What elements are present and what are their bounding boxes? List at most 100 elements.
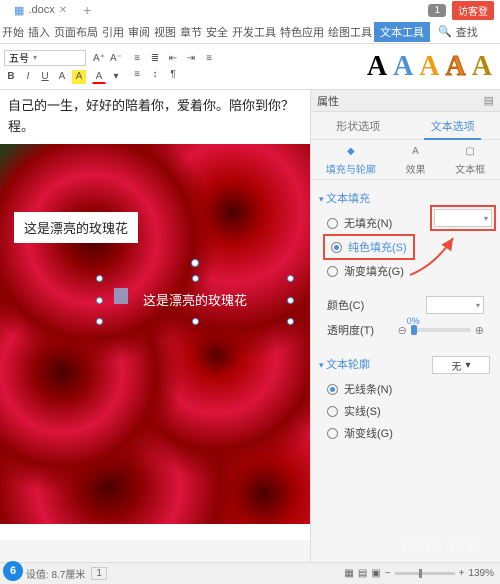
title-bar: ▦ .docx ✕ + 1 访客登	[0, 0, 500, 20]
textbox-content: 这是漂亮的玫瑰花	[143, 290, 247, 309]
resize-handle[interactable]	[96, 275, 103, 282]
style-preset[interactable]: A	[472, 51, 492, 83]
outdent-icon[interactable]: ⇥	[183, 52, 199, 66]
sub-tabs: ◆ 填充与轮廓 A 效果 ▢ 文本框	[311, 140, 500, 180]
sub-icon[interactable]: A⁻	[109, 52, 123, 66]
close-icon[interactable]: ✕	[59, 5, 67, 16]
effect-icon: A	[407, 143, 423, 159]
document-canvas[interactable]: 自己的一生，好好的陪着你，爱着你。陪你到你？程。 这是漂亮的玫瑰花 这是漂亮的玫…	[0, 90, 310, 540]
menu-item[interactable]: 插入	[26, 24, 52, 40]
menu-item[interactable]: 引用	[100, 24, 126, 40]
numlist-icon[interactable]: ≣	[147, 52, 163, 66]
properties-panel: 属性 ▤ 形状选项 文本选项 ◆ 填充与轮廓 A 效果 ▢ 文本框 ▾ 文本填充…	[310, 90, 500, 568]
resize-handle[interactable]	[287, 318, 294, 325]
sup-icon[interactable]: A⁺	[92, 52, 106, 66]
style-preset[interactable]: A	[446, 51, 466, 83]
section-text-fill[interactable]: 文本填充	[319, 190, 492, 206]
text-color-icon[interactable]: A	[92, 70, 106, 84]
menu-item-active[interactable]: 文本工具	[374, 22, 430, 42]
resize-handle[interactable]	[192, 275, 199, 282]
document-tab[interactable]: ▦ .docx ✕	[6, 0, 75, 20]
zoom-slider[interactable]	[395, 572, 455, 575]
subtab-textbox[interactable]: ▢ 文本框	[455, 143, 485, 176]
radio-gradient-fill[interactable]: 渐变填充(G)	[319, 260, 492, 282]
indent-icon[interactable]: ⇤	[165, 52, 181, 66]
menu-item[interactable]: 安全	[204, 24, 230, 40]
menu-item[interactable]: 开始	[0, 24, 26, 40]
align-center-icon[interactable]: ≡	[129, 68, 145, 82]
style-preset[interactable]: A	[393, 51, 413, 83]
more-icon[interactable]: ▾	[109, 70, 123, 84]
fill-icon: ◆	[343, 143, 359, 159]
radio-icon	[327, 428, 338, 439]
strike-icon[interactable]: A	[55, 70, 69, 84]
close-icon[interactable]: ▤	[484, 94, 494, 107]
ruler-value: 设值: 8.7厘米	[26, 566, 85, 581]
menu-item[interactable]: 章节	[178, 24, 204, 40]
lineheight-icon[interactable]: ↕	[147, 68, 163, 82]
doc-icon: ▦	[14, 4, 24, 17]
underline-icon[interactable]: U	[38, 70, 52, 84]
subtab-fill-outline[interactable]: ◆ 填充与轮廓	[326, 143, 376, 176]
rotate-handle[interactable]	[191, 259, 199, 267]
menu-bar: 开始 插入 页面布局 引用 审阅 视图 章节 安全 开发工具 特色应用 绘图工具…	[0, 20, 500, 44]
toolbar: 五号▾ B I U A A A⁺ A⁻ A ▾ ≡ ≣ ⇤ ⇥ ≡ ≡ ↕ ¶ …	[0, 44, 500, 90]
outline-preset-select[interactable]: 无▾	[432, 356, 490, 374]
menu-item[interactable]: 绘图工具	[326, 24, 374, 40]
add-tab-button[interactable]: +	[83, 2, 91, 18]
menu-item[interactable]: 视图	[152, 24, 178, 40]
textbox-white[interactable]: 这是漂亮的玫瑰花	[14, 212, 138, 243]
para-icon[interactable]: ¶	[165, 68, 181, 82]
resize-handle[interactable]	[287, 297, 294, 304]
login-button[interactable]: 访客登	[452, 1, 494, 20]
radio-icon	[327, 406, 338, 417]
fill-color-picker[interactable]: ▾	[434, 209, 492, 227]
plus-icon[interactable]: ⊕	[475, 324, 484, 337]
style-preset[interactable]: A	[419, 51, 439, 83]
menu-item[interactable]: 特色应用	[278, 24, 326, 40]
radio-icon	[327, 384, 338, 395]
zoom-out-icon[interactable]: −	[385, 568, 391, 579]
color-label: 颜色(C)	[327, 297, 364, 313]
tab-shape-options[interactable]: 形状选项	[311, 112, 406, 139]
bold-icon[interactable]: B	[4, 70, 18, 84]
panel-header: 属性 ▤	[311, 90, 500, 112]
text-styles: A A A A A	[363, 51, 496, 83]
list-icon[interactable]: ≡	[129, 52, 145, 66]
radio-gradient-line[interactable]: 渐变线(G)	[319, 422, 492, 444]
view-icon[interactable]: ▦	[344, 568, 353, 579]
rose-image[interactable]: 这是漂亮的玫瑰花 这是漂亮的玫瑰花	[0, 144, 310, 524]
color-select[interactable]: ▾	[426, 296, 484, 314]
radio-solid-line[interactable]: 实线(S)	[319, 400, 492, 422]
tab-text-options[interactable]: 文本选项	[406, 112, 500, 139]
radio-solid-fill[interactable]: 纯色填充(S)	[329, 238, 409, 256]
subtab-effect[interactable]: A 效果	[405, 143, 425, 176]
textbox-selected[interactable]: 这是漂亮的玫瑰花	[100, 279, 290, 321]
menu-item[interactable]: 审阅	[126, 24, 152, 40]
font-size-select[interactable]: 五号▾	[4, 50, 86, 66]
radio-icon	[331, 242, 342, 253]
zoom-value[interactable]: 139%	[468, 568, 494, 579]
menu-item[interactable]: 页面布局	[52, 24, 100, 40]
menu-item[interactable]: 开发工具	[230, 24, 278, 40]
view-icon[interactable]: ▤	[358, 568, 367, 579]
textbox-icon: ▢	[462, 143, 478, 159]
italic-icon[interactable]: I	[21, 70, 35, 84]
radio-no-line[interactable]: 无线条(N)	[319, 378, 492, 400]
resize-handle[interactable]	[96, 318, 103, 325]
search-icon[interactable]: 🔍	[436, 25, 454, 38]
resize-handle[interactable]	[96, 297, 103, 304]
search-label[interactable]: 查找	[454, 24, 480, 40]
view-icon[interactable]: ▣	[371, 568, 380, 579]
step-badge: 6	[3, 561, 23, 581]
zoom-in-icon[interactable]: +	[459, 568, 465, 579]
highlight-icon[interactable]: A	[72, 70, 86, 84]
panel-tabs: 形状选项 文本选项	[311, 112, 500, 140]
opacity-slider[interactable]	[411, 328, 471, 332]
notification-badge[interactable]: 1	[428, 4, 446, 17]
resize-handle[interactable]	[287, 275, 294, 282]
minus-icon[interactable]: ⊖	[398, 324, 407, 337]
style-preset[interactable]: A	[367, 51, 387, 83]
align-left-icon[interactable]: ≡	[201, 52, 217, 66]
resize-handle[interactable]	[192, 318, 199, 325]
